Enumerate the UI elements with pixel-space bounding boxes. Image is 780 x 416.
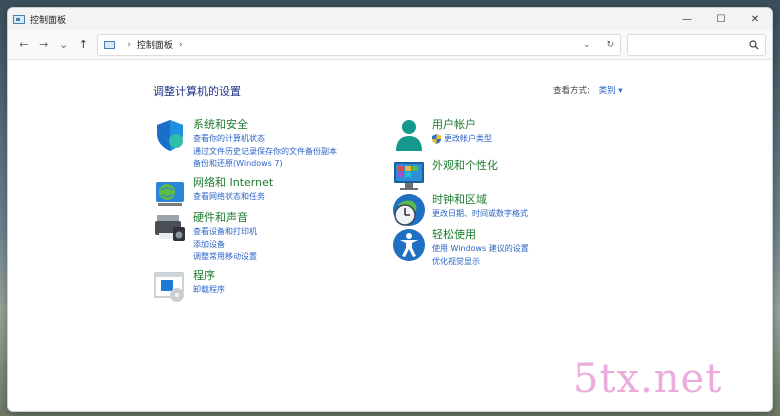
- title-bar: 控制面板 — ☐ ✕: [8, 8, 772, 30]
- view-by-label: 查看方式:: [553, 86, 590, 96]
- category-heading[interactable]: 硬件和声音: [193, 211, 257, 225]
- category-appearance: 外观和个性化: [392, 159, 498, 193]
- link-change-account-type-label: 更改帐户类型: [444, 134, 492, 143]
- programs-icon[interactable]: [153, 269, 187, 303]
- link-optimize-visual-display[interactable]: 优化视觉显示: [432, 256, 529, 269]
- window-title: 控制面板: [30, 15, 67, 26]
- category-system-security: 系统和安全 查看你的计算机状态 通过文件历史记录保存你的文件备份副本 备份和还原…: [153, 118, 337, 171]
- printer-icon[interactable]: [153, 211, 187, 245]
- breadcrumb-separator-icon: ›: [178, 39, 183, 50]
- link-date-time-format[interactable]: 更改日期、时间或数字格式: [432, 208, 528, 221]
- uac-shield-icon: [432, 134, 441, 145]
- category-hardware-sound: 硬件和声音 查看设备和打印机 添加设备 调整常用移动设置: [153, 211, 257, 264]
- watermark: 5tx.net: [573, 356, 723, 402]
- shield-icon[interactable]: [153, 118, 187, 152]
- address-dropdown-button[interactable]: ⌄: [583, 40, 591, 50]
- back-button[interactable]: ←: [14, 38, 34, 51]
- link-windows-recommended-settings[interactable]: 使用 Windows 建议的设置: [432, 243, 529, 256]
- link-change-account-type[interactable]: 更改帐户类型: [432, 133, 492, 146]
- refresh-button[interactable]: ↻: [607, 40, 615, 50]
- minimize-button[interactable]: —: [670, 8, 704, 30]
- link-file-history-backup[interactable]: 通过文件历史记录保存你的文件备份副本: [193, 146, 337, 159]
- search-input[interactable]: [627, 33, 766, 56]
- category-heading[interactable]: 轻松使用: [432, 228, 529, 242]
- link-uninstall-program[interactable]: 卸载程序: [193, 284, 225, 297]
- search-icon: [749, 39, 759, 49]
- link-mobility-settings[interactable]: 调整常用移动设置: [193, 251, 257, 264]
- category-heading[interactable]: 系统和安全: [193, 118, 337, 132]
- control-panel-window: 控制面板 — ☐ ✕ ← → ⌄ ↑ › 控制面板 › ⌄ ↻ 调整计算机的设置…: [7, 7, 773, 412]
- view-by: 查看方式: 类别 ▾: [553, 84, 623, 96]
- link-view-computer-status[interactable]: 查看你的计算机状态: [193, 133, 337, 146]
- category-ease-of-access: 轻松使用 使用 Windows 建议的设置 优化视觉显示: [392, 228, 529, 268]
- page-title: 调整计算机的设置: [153, 85, 241, 98]
- category-user-accounts: 用户帐户 更改帐户类型: [392, 118, 492, 152]
- link-backup-restore[interactable]: 备份和还原(Windows 7): [193, 158, 337, 171]
- user-icon[interactable]: [392, 118, 426, 152]
- category-clock-region: 时钟和区域 更改日期、时间或数字格式: [392, 193, 528, 227]
- network-globe-icon[interactable]: [153, 176, 187, 210]
- recent-locations-button[interactable]: ⌄: [54, 38, 74, 51]
- category-heading[interactable]: 时钟和区域: [432, 193, 528, 207]
- window-controls: — ☐ ✕: [670, 8, 772, 30]
- link-network-status[interactable]: 查看网络状态和任务: [193, 191, 273, 204]
- category-programs: 程序 卸载程序: [153, 269, 225, 303]
- clock-globe-icon[interactable]: [392, 193, 426, 227]
- monitor-icon[interactable]: [392, 159, 426, 193]
- category-heading[interactable]: 网络和 Internet: [193, 176, 273, 190]
- address-bar: ← → ⌄ ↑ › 控制面板 › ⌄ ↻: [8, 30, 772, 60]
- breadcrumb-separator-icon: ›: [127, 39, 131, 50]
- accessibility-icon[interactable]: [392, 228, 426, 262]
- link-devices-printers[interactable]: 查看设备和打印机: [193, 226, 257, 239]
- category-heading[interactable]: 用户帐户: [432, 118, 492, 132]
- close-button[interactable]: ✕: [738, 8, 772, 30]
- maximize-button[interactable]: ☐: [704, 8, 738, 30]
- breadcrumb[interactable]: › 控制面板 › ⌄ ↻: [97, 33, 622, 56]
- category-heading[interactable]: 程序: [193, 269, 225, 283]
- control-panel-icon: [13, 14, 25, 24]
- view-by-dropdown[interactable]: 类别 ▾: [599, 86, 623, 96]
- forward-button[interactable]: →: [34, 38, 54, 51]
- category-heading[interactable]: 外观和个性化: [432, 159, 498, 173]
- link-add-device[interactable]: 添加设备: [193, 239, 257, 252]
- control-panel-icon: [104, 40, 116, 49]
- category-network-internet: 网络和 Internet 查看网络状态和任务: [153, 176, 273, 210]
- breadcrumb-item-control-panel[interactable]: 控制面板: [137, 38, 173, 51]
- up-button[interactable]: ↑: [73, 38, 93, 51]
